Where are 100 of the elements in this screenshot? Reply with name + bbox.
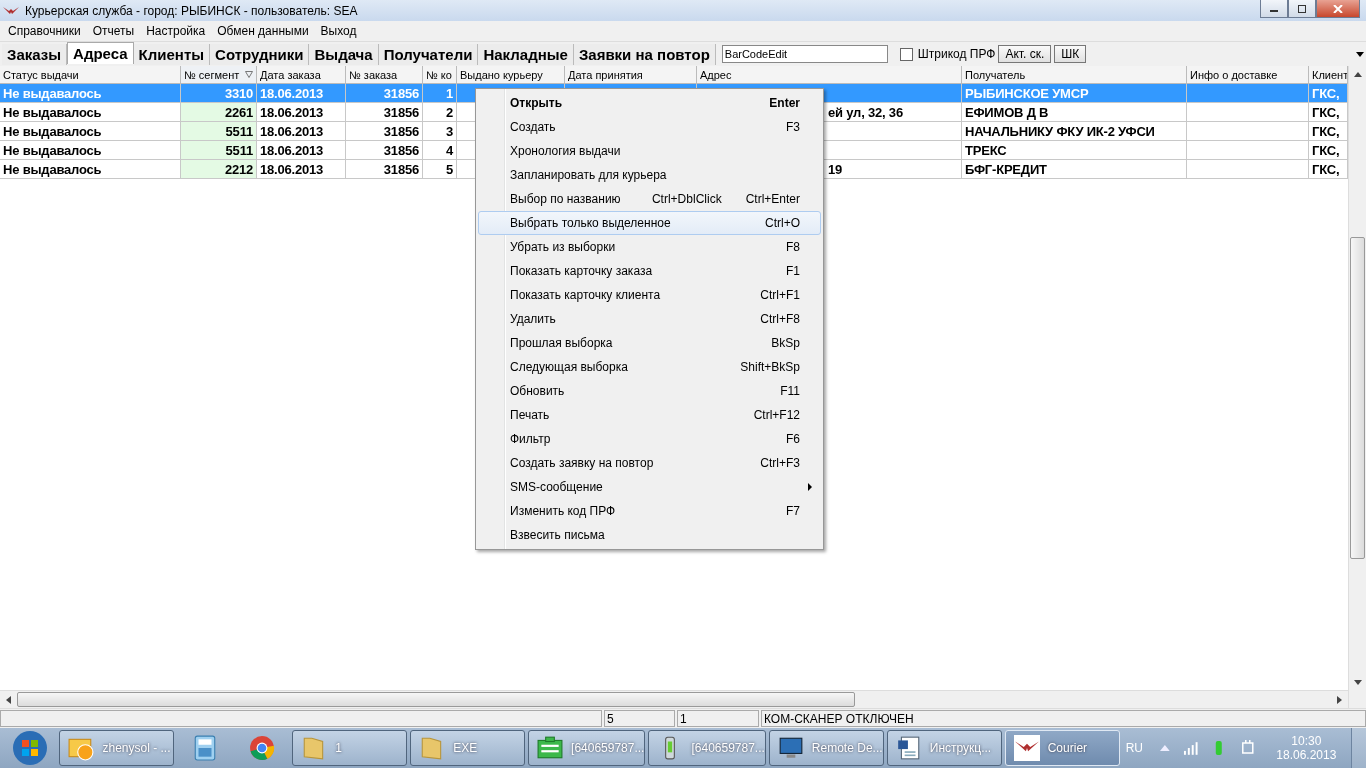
table-cell: Не выдавалось: [3, 142, 102, 158]
context-menu-item[interactable]: Выбор по названию Ctrl+DblClick Ctrl+Enter: [478, 187, 821, 211]
scroll-right-icon[interactable]: [1337, 695, 1342, 704]
toolbar-button[interactable]: ШК: [1054, 45, 1087, 63]
context-menu-item[interactable]: Создать F3: [478, 115, 821, 139]
table-cell: Не выдавалось: [3, 161, 102, 177]
table-cell: 5511: [225, 123, 253, 139]
toolbar-button[interactable]: Акт. ск.: [998, 45, 1052, 63]
table-cell: Не выдавалось: [3, 123, 102, 139]
checkbox-label: Штрикод ПРФ: [917, 47, 996, 61]
table-cell: Не выдавалось: [3, 104, 102, 120]
wings-icon: [3, 4, 19, 17]
scroll-left-icon[interactable]: [6, 695, 11, 704]
tab[interactable]: Выдача: [309, 43, 379, 65]
table-cell: 18.06.2013: [260, 142, 324, 158]
column-header[interactable]: № ко: [423, 66, 457, 83]
tab[interactable]: Заказы: [2, 43, 68, 65]
column-header[interactable]: Инфо о доставке: [1187, 66, 1309, 83]
tab[interactable]: Накладные: [478, 43, 574, 65]
table-cell: 5: [445, 161, 453, 177]
context-menu-item[interactable]: Открыть Enter: [478, 91, 821, 115]
maximize-button[interactable]: [1288, 0, 1316, 18]
context-menu-item[interactable]: SMS-сообщение: [478, 475, 821, 499]
table-cell: Не выдавалось: [3, 85, 102, 101]
tab[interactable]: Клиенты: [133, 43, 211, 65]
menu-item[interactable]: Отчеты: [86, 24, 141, 38]
submenu-arrow-icon: [808, 483, 812, 491]
table-cell: ГКС,: [1312, 161, 1340, 177]
checkbox[interactable]: [899, 47, 913, 61]
table-cell: 18.06.2013: [260, 123, 324, 139]
scrollbar-thumb[interactable]: [17, 692, 855, 707]
table-cell: 2212: [224, 161, 253, 177]
signal-icon[interactable]: [1182, 740, 1199, 756]
table-cell: 31856: [383, 123, 419, 139]
menu-item[interactable]: Выход: [314, 24, 363, 38]
context-menu-item[interactable]: Обновить F11: [478, 379, 821, 403]
wings-icon: [1013, 735, 1040, 761]
table-cell: 19: [828, 161, 843, 177]
close-icon: [1333, 4, 1343, 13]
menu-item[interactable]: Справочники: [2, 24, 87, 38]
table-cell: ГКС,: [1312, 142, 1340, 158]
sort-icon: [245, 71, 253, 78]
table-cell: 2261: [224, 104, 253, 120]
browser-icon: [249, 735, 275, 761]
column-header[interactable]: Дата принятия: [565, 66, 697, 83]
context-menu-item[interactable]: Печать Ctrl+F12: [478, 403, 821, 427]
window-title: Курьерская служба - город: РЫБИНСК - пользователь: SEA: [25, 3, 358, 18]
document-icon: [895, 735, 922, 761]
context-menu-item[interactable]: Фильтр F6: [478, 427, 821, 451]
tab[interactable]: Сотрудники: [210, 43, 310, 65]
context-menu-item[interactable]: Показать карточку клиента Ctrl+F1: [478, 283, 821, 307]
table-cell: 18.06.2013: [260, 104, 324, 120]
context-menu-item[interactable]: Следующая выборка Shift+BkSp: [478, 355, 821, 379]
menu-item[interactable]: Настройка: [140, 24, 212, 38]
table-cell: ГКС,: [1312, 123, 1340, 139]
show-desktop-button[interactable]: [1351, 728, 1366, 768]
context-menu-item[interactable]: Удалить Ctrl+F8: [478, 307, 821, 331]
context-menu-item[interactable]: Создать заявку на повтор Ctrl+F3: [478, 451, 821, 475]
table-cell: ТРЕКС: [965, 142, 1007, 158]
tab[interactable]: Адреса: [67, 41, 134, 64]
status-panel: КОМ-СКАНЕР ОТКЛЮЧЕН: [761, 710, 1366, 727]
context-menu-item[interactable]: Изменить код ПРФ F7: [478, 499, 821, 523]
column-header[interactable]: Выдано курьеру: [457, 66, 565, 83]
menu-item[interactable]: Обмен данными: [211, 24, 315, 38]
column-header[interactable]: Получатель: [962, 66, 1187, 83]
status-panel: 5: [604, 710, 675, 727]
context-menu-item[interactable]: Запланировать для курьера: [478, 163, 821, 187]
tray-expand-icon[interactable]: [1159, 745, 1170, 751]
table-cell: ей ул, 32, 36: [828, 104, 903, 120]
column-header[interactable]: № сегмент: [181, 66, 257, 83]
context-menu-item[interactable]: Убрать из выборки F8: [478, 235, 821, 259]
table-cell: БФГ-КРЕДИТ: [965, 161, 1047, 177]
table-cell: 1: [445, 85, 453, 101]
power-icon[interactable]: [1239, 740, 1256, 756]
dropdown-arrow-icon[interactable]: [1356, 51, 1364, 57]
status-panel: 1: [677, 710, 759, 727]
table-cell: 2: [445, 104, 453, 120]
tab[interactable]: Заявки на повтор: [573, 43, 716, 65]
table-cell: НАЧАЛЬНИКУ ФКУ ИК-2 УФСИ: [965, 123, 1155, 139]
column-header[interactable]: Адрес: [697, 66, 962, 83]
table-cell: 3: [445, 123, 453, 139]
minimize-button[interactable]: [1260, 0, 1288, 18]
context-menu-item[interactable]: Хронология выдачи: [478, 139, 821, 163]
column-header[interactable]: Дата заказа: [257, 66, 346, 83]
context-menu-item[interactable]: Прошлая выборка BkSp: [478, 331, 821, 355]
context-menu-item[interactable]: Показать карточку заказа F1: [478, 259, 821, 283]
tab[interactable]: Получатели: [378, 43, 479, 65]
barcode-field[interactable]: BarCodeEdit: [721, 45, 888, 63]
close-button[interactable]: [1316, 0, 1360, 18]
scrollbar-thumb[interactable]: [1350, 237, 1365, 559]
maximize-icon: [1297, 4, 1307, 13]
context-menu-item[interactable]: Выбрать только выделенное Ctrl+O: [478, 211, 821, 235]
table-cell: 31856: [383, 104, 419, 120]
column-header[interactable]: № заказа: [346, 66, 423, 83]
context-menu-item[interactable]: Взвесить письма: [478, 523, 821, 547]
table-cell: 31856: [383, 142, 419, 158]
scroll-up-icon[interactable]: [1353, 72, 1362, 77]
table-cell: ЕФИМОВ Д В: [965, 104, 1049, 120]
scroll-down-icon[interactable]: [1353, 680, 1362, 685]
table-cell: 18.06.2013: [260, 85, 324, 101]
